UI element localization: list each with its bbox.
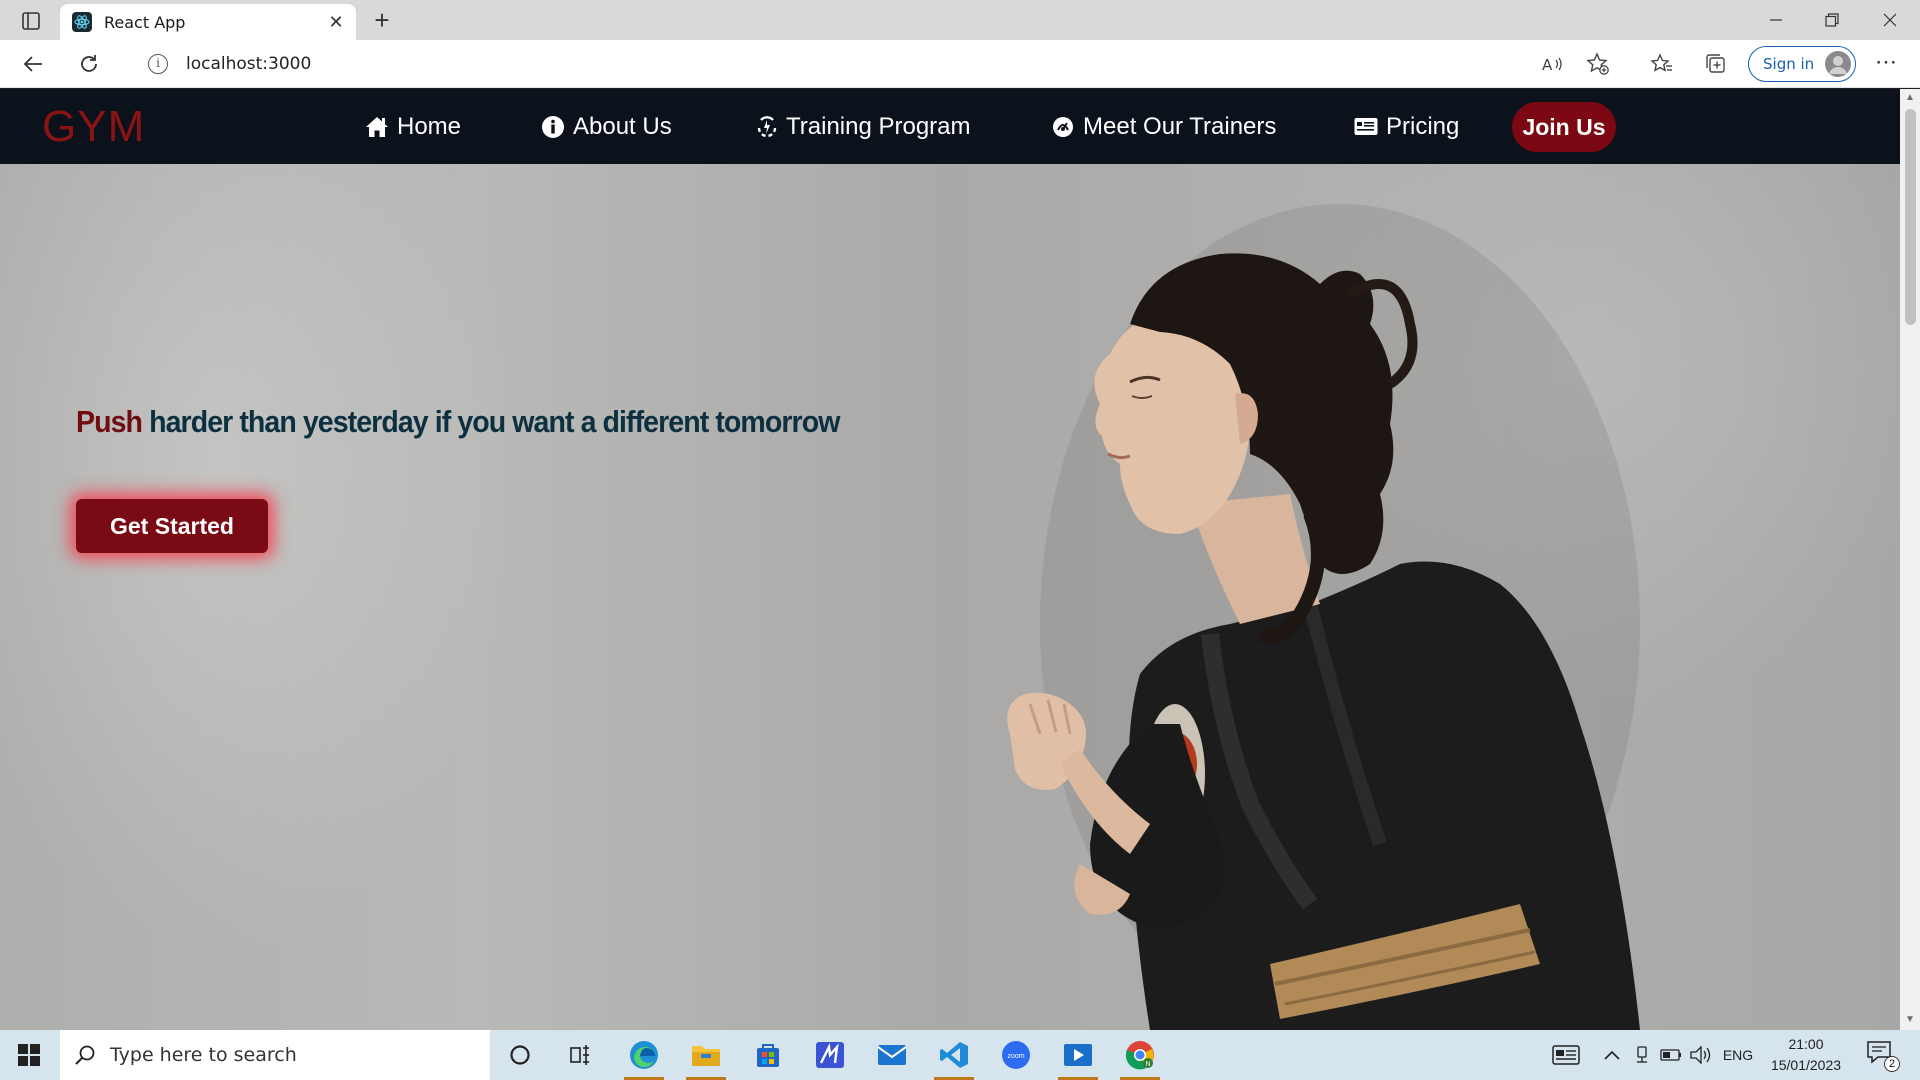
tagline-rest: harder than yesterday if you want a diff… (149, 404, 840, 439)
windows-taskbar: Type here to search zoom N ENG 21:00 15/… (0, 1030, 1920, 1080)
nav-home[interactable]: Home (365, 109, 461, 145)
sign-in-label: Sign in (1763, 55, 1815, 73)
nav-meet-our-trainers[interactable]: Meet Our Trainers (1051, 109, 1276, 145)
notification-count-badge: 2 (1884, 1056, 1900, 1072)
scroll-down-icon[interactable]: ▼ (1905, 1015, 1915, 1025)
home-icon (366, 117, 388, 137)
page-viewport: GYM Home About Us Training Program Meet … (0, 89, 1900, 1030)
page-scrollbar[interactable]: ▲ ▼ (1900, 89, 1920, 1030)
battery-icon[interactable] (1658, 1030, 1684, 1080)
scroll-up-icon[interactable]: ▲ (1905, 93, 1915, 103)
join-us-button[interactable]: Join Us (1512, 102, 1616, 152)
refresh-icon[interactable] (72, 48, 106, 80)
tab-actions-icon[interactable] (14, 8, 48, 34)
hero-section: Push harder than yesterday if you want a… (0, 164, 1900, 1030)
nav-training-program-label: Training Program (786, 113, 971, 140)
pricing-card-icon (1354, 118, 1378, 135)
info-icon[interactable]: i (148, 54, 168, 74)
language-indicator[interactable]: ENG (1718, 1030, 1758, 1080)
training-icon (757, 116, 777, 138)
nav-about-us[interactable]: About Us (541, 109, 672, 145)
tab-title: React App (104, 12, 186, 32)
taskbar-clock[interactable]: 21:00 15/01/2023 (1758, 1034, 1854, 1076)
chevron-up-icon[interactable] (1600, 1030, 1624, 1080)
tagline-accent: Push (76, 404, 143, 439)
sign-in-button[interactable]: Sign in (1748, 46, 1856, 82)
task-view-icon[interactable] (554, 1030, 606, 1080)
volume-icon[interactable] (1688, 1030, 1714, 1080)
nav-pricing-label: Pricing (1386, 113, 1460, 140)
chrome-icon[interactable]: N (1114, 1030, 1166, 1080)
trainer-icon (1053, 117, 1073, 137)
nav-training-program[interactable]: Training Program (756, 109, 971, 145)
clock-date: 15/01/2023 (1770, 1057, 1842, 1073)
svg-text:N: N (1145, 1061, 1150, 1068)
edge-icon[interactable] (618, 1030, 670, 1080)
more-icon[interactable]: ⋯ (1870, 48, 1902, 80)
minimize-icon[interactable] (1748, 0, 1804, 40)
search-icon (75, 1045, 95, 1065)
media-player-icon[interactable] (1052, 1030, 1104, 1080)
restore-icon[interactable] (1804, 0, 1860, 40)
microsoft-store-icon[interactable] (742, 1030, 794, 1080)
nav-pricing[interactable]: Pricing (1354, 109, 1459, 145)
browser-tab[interactable]: React App ✕ (60, 4, 356, 40)
address-bar[interactable]: i localhost:3000 (126, 46, 1626, 82)
add-favorite-icon[interactable] (1582, 48, 1614, 80)
taskbar-search-box[interactable]: Type here to search (60, 1030, 490, 1080)
svg-text:A: A (1542, 56, 1553, 74)
browser-tab-strip: React App ✕ + (0, 0, 1920, 40)
get-started-button[interactable]: Get Started (76, 499, 268, 553)
hero-tagline: Push harder than yesterday if you want a… (76, 404, 840, 440)
cortana-icon[interactable] (494, 1030, 546, 1080)
file-explorer-icon[interactable] (680, 1030, 732, 1080)
hero-image (1007, 204, 1640, 1030)
news-widget-icon[interactable] (1548, 1030, 1584, 1080)
nav-about-us-label: About Us (573, 113, 672, 140)
react-favicon-icon (72, 12, 92, 32)
window-close-icon[interactable] (1862, 0, 1918, 40)
svg-text:zoom: zoom (1007, 1053, 1024, 1060)
info-circle-icon (542, 116, 564, 138)
nav-meet-our-trainers-label: Meet Our Trainers (1083, 113, 1277, 140)
plus-icon[interactable]: + (368, 6, 396, 34)
site-logo[interactable]: GYM (42, 102, 145, 152)
read-aloud-icon[interactable]: A (1536, 48, 1568, 80)
url-text[interactable]: localhost:3000 (186, 54, 311, 74)
profile-avatar-icon (1825, 51, 1851, 77)
browser-toolbar: i localhost:3000 A Sign in ⋯ (0, 40, 1920, 88)
favorites-icon[interactable] (1646, 48, 1678, 80)
zoom-icon[interactable]: zoom (990, 1030, 1042, 1080)
back-arrow-icon[interactable] (16, 48, 50, 80)
mail-icon[interactable] (866, 1030, 918, 1080)
app-icon[interactable] (804, 1030, 856, 1080)
collections-icon[interactable] (1700, 48, 1732, 80)
vscode-icon[interactable] (928, 1030, 980, 1080)
scroll-thumb[interactable] (1905, 109, 1916, 325)
taskbar-search-placeholder: Type here to search (110, 1044, 297, 1066)
windows-start-icon[interactable] (0, 1030, 58, 1080)
device-icon[interactable] (1630, 1030, 1654, 1080)
close-icon[interactable]: ✕ (326, 12, 346, 32)
nav-home-label: Home (397, 113, 462, 140)
site-navbar: GYM Home About Us Training Program Meet … (0, 89, 1900, 164)
clock-time: 21:00 (1788, 1036, 1824, 1052)
